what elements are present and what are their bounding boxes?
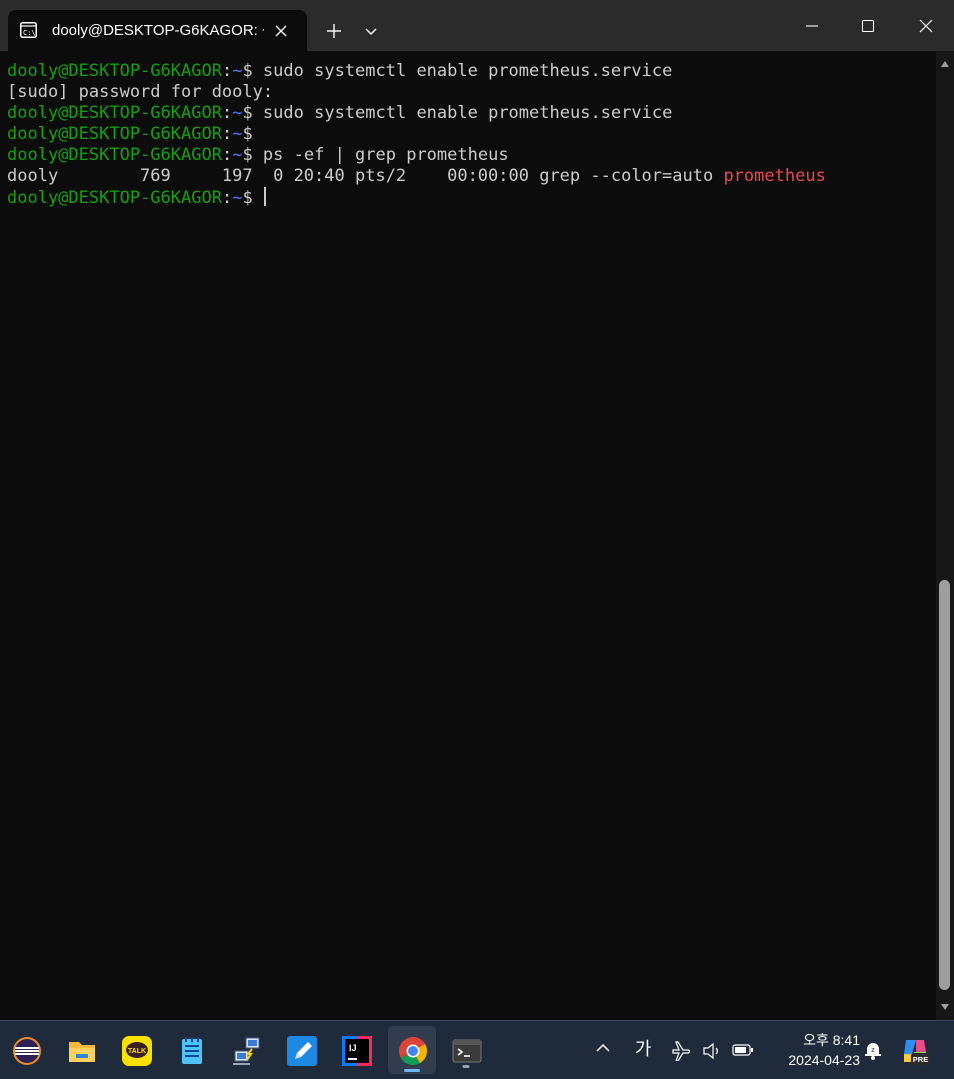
terminal-line: dooly 769 197 0 20:40 pts/2 00:00:00 gre… (7, 166, 826, 187)
terminal-line: [sudo] password for dooly: (7, 82, 826, 103)
prompt-user-host: dooly@DESKTOP-G6KAGOR (7, 124, 222, 144)
prompt-path: ~ (232, 103, 243, 123)
tab-title: dooly@DESKTOP-G6KAGOR: ~ (52, 22, 264, 39)
scroll-up-arrow-icon[interactable] (940, 60, 950, 68)
taskbar-app-terminal[interactable] (446, 1030, 486, 1070)
minimize-icon[interactable] (798, 12, 826, 40)
prompt-path: ~ (232, 145, 243, 165)
prompt-symbol: $ (242, 124, 253, 144)
active-app-indicator (404, 1069, 420, 1072)
chrome-icon (399, 1037, 427, 1065)
maximize-icon[interactable] (854, 12, 882, 40)
close-icon[interactable] (912, 12, 940, 40)
terminal-line: dooly@DESKTOP-G6KAGOR:~$ sudo systemctl … (7, 61, 826, 82)
grep-match-highlight: prometheus (723, 166, 826, 186)
airplane-icon[interactable] (671, 1039, 693, 1061)
taskbar-app-file-explorer[interactable] (61, 1030, 101, 1070)
close-tab-icon[interactable] (270, 20, 292, 42)
prompt-separator: : (221, 124, 233, 144)
svg-text:z: z (871, 1047, 875, 1054)
prompt-symbol: $ (242, 188, 253, 208)
chevron-down-icon[interactable] (361, 21, 381, 41)
cmd-icon: C:\ (20, 22, 37, 38)
output-text: [sudo] password for dooly: (7, 82, 274, 102)
command-text: sudo systemctl enable prometheus.service (252, 61, 673, 81)
pen-app-icon (287, 1036, 317, 1066)
terminal-tab[interactable]: C:\ dooly@DESKTOP-G6KAGOR: ~ (8, 10, 307, 51)
prompt-separator: : (221, 61, 233, 81)
command-text: sudo systemctl enable prometheus.service (252, 103, 673, 123)
svg-text:C:\: C:\ (23, 29, 36, 37)
copilot-badge: PRE (913, 1055, 928, 1064)
running-app-indicator (462, 1065, 470, 1068)
kakaotalk-label: TALK (128, 1048, 146, 1055)
prompt-path: ~ (232, 61, 243, 81)
vertical-scrollbar[interactable] (936, 51, 954, 1020)
clock-date: 2024-04-23 (788, 1052, 860, 1068)
file-explorer-icon (69, 1042, 95, 1062)
intellij-idea-icon: IJ (342, 1036, 372, 1066)
prompt-path: ~ (232, 188, 243, 208)
prompt-separator: : (221, 188, 233, 208)
taskbar-app-intellij[interactable]: IJ (336, 1030, 376, 1070)
taskbar: TALK IJ 가 오후 8:41 2024-04-23 z PRE (0, 1020, 954, 1079)
taskbar-app-eclipse[interactable] (6, 1030, 46, 1070)
scrollbar-thumb[interactable] (939, 580, 950, 990)
command-text: ps -ef | grep prometheus (252, 145, 509, 165)
prompt-separator: : (221, 145, 233, 165)
text-cursor (263, 187, 266, 206)
prompt-user-host: dooly@DESKTOP-G6KAGOR (7, 145, 222, 165)
notification-bell-icon[interactable]: z (862, 1039, 884, 1061)
plus-icon[interactable] (322, 19, 346, 43)
copilot-icon[interactable]: PRE (900, 1036, 930, 1066)
clock[interactable]: 오후 8:41 2024-04-23 (764, 1030, 860, 1070)
prompt-symbol: $ (242, 145, 253, 165)
prompt-user-host: dooly@DESKTOP-G6KAGOR (7, 103, 222, 123)
output-text: dooly 769 197 0 20:40 pts/2 00:00:00 gre… (7, 166, 724, 186)
prompt-user-host: dooly@DESKTOP-G6KAGOR (7, 188, 222, 208)
intellij-label: IJ (349, 1043, 357, 1053)
volume-icon[interactable] (701, 1040, 723, 1062)
prompt-symbol: $ (242, 61, 253, 81)
prompt-user-host: dooly@DESKTOP-G6KAGOR (7, 61, 222, 81)
title-bar: C:\ dooly@DESKTOP-G6KAGOR: ~ (0, 0, 954, 51)
clock-time: 오후 8:41 (803, 1032, 860, 1048)
terminal-output[interactable]: dooly@DESKTOP-G6KAGOR:~$ sudo systemctl … (0, 51, 936, 1020)
taskbar-app-network-tool[interactable] (226, 1030, 266, 1070)
chevron-up-icon[interactable] (594, 1041, 612, 1055)
terminal-line: dooly@DESKTOP-G6KAGOR:~$ (7, 124, 826, 145)
terminal-line: dooly@DESKTOP-G6KAGOR:~$ ps -ef | grep p… (7, 145, 826, 166)
prompt-path: ~ (232, 124, 243, 144)
notepad-icon (182, 1037, 202, 1064)
kakaotalk-icon: TALK (122, 1036, 152, 1066)
prompt-separator: : (221, 103, 233, 123)
ime-indicator[interactable]: 가 (632, 1038, 654, 1060)
battery-icon[interactable] (732, 1042, 754, 1058)
scroll-down-arrow-icon[interactable] (940, 1003, 950, 1011)
prompt-symbol: $ (242, 103, 253, 123)
eclipse-icon (13, 1037, 41, 1065)
taskbar-app-chrome[interactable] (388, 1026, 436, 1074)
network-tool-icon (233, 1037, 260, 1065)
taskbar-app-pen[interactable] (281, 1030, 321, 1070)
taskbar-app-notepad[interactable] (171, 1030, 211, 1070)
terminal-icon (452, 1039, 482, 1063)
terminal-line: dooly@DESKTOP-G6KAGOR:~$ (7, 187, 826, 208)
taskbar-app-kakaotalk[interactable]: TALK (116, 1030, 156, 1070)
command-text (253, 188, 263, 208)
terminal-line: dooly@DESKTOP-G6KAGOR:~$ sudo systemctl … (7, 103, 826, 124)
